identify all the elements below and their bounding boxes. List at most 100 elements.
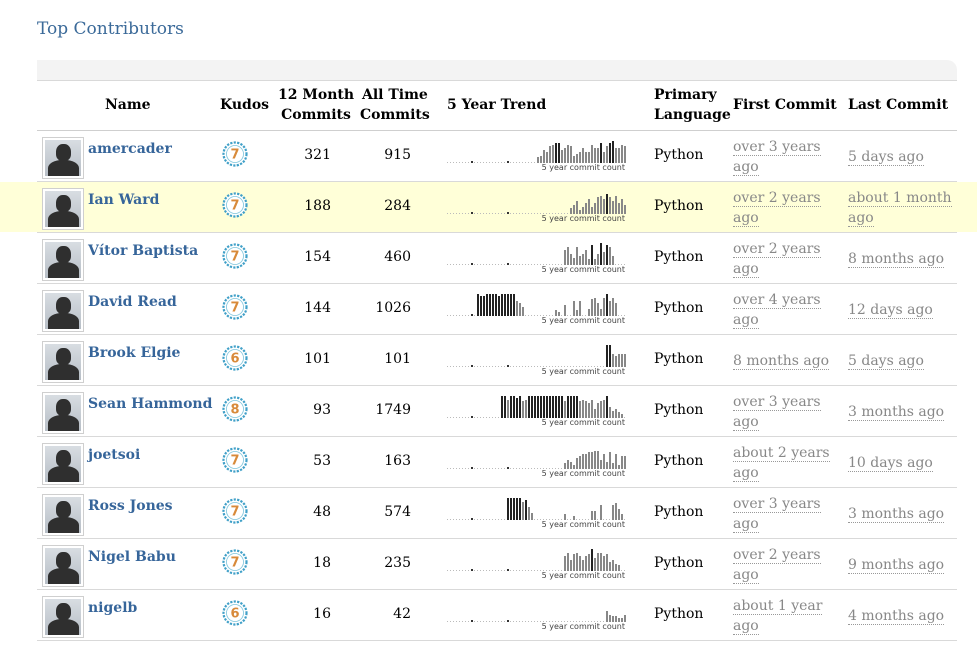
trend-bar [624, 456, 626, 469]
trend-baseline-dot [513, 468, 514, 469]
trend-baseline-dot [513, 162, 514, 163]
header-12-month[interactable]: 12 Month Commits [278, 85, 354, 125]
avatar[interactable] [42, 494, 84, 536]
header-kudos[interactable]: Kudos [220, 95, 269, 115]
header-language-line1: Primary [654, 87, 717, 103]
trend-bar [615, 409, 617, 418]
contributor-name-link[interactable]: nigelb [88, 600, 137, 616]
avatar[interactable] [42, 239, 84, 281]
trend-baseline-dot [480, 519, 481, 520]
contributor-name-link[interactable]: Ross Jones [88, 498, 173, 514]
trend-bar [582, 560, 584, 571]
trend-bar [504, 396, 506, 418]
last-commit-line2: ago [848, 210, 874, 227]
trend-baseline-dot [522, 366, 523, 367]
trend-bar [606, 194, 608, 214]
kudos-badge[interactable]: 8 [222, 396, 248, 422]
kudos-badge[interactable]: 7 [222, 447, 248, 473]
trend-baseline-dot [522, 213, 523, 214]
trend-chart: 5 year commit count [447, 194, 626, 223]
trend-baseline-dot [468, 213, 469, 214]
trend-baseline-dot [528, 468, 529, 469]
kudos-laurel-icon: 6 [222, 600, 248, 626]
avatar[interactable] [42, 392, 84, 434]
trend-baseline-dot [501, 213, 502, 214]
kudos-badge[interactable]: 7 [222, 549, 248, 575]
kudos-laurel-icon: 8 [222, 396, 248, 422]
avatar[interactable] [42, 596, 84, 638]
trend-baseline-dot [486, 621, 487, 622]
kudos-badge[interactable]: 7 [222, 243, 248, 269]
contributor-name-link[interactable]: Brook Elgie [88, 345, 180, 361]
kudos-badge[interactable]: 6 [222, 345, 248, 371]
header-language[interactable]: Primary Language [654, 85, 731, 125]
header-all-time[interactable]: All Time Commits [360, 85, 430, 125]
avatar-silhouette-icon [45, 446, 81, 482]
kudos-badge[interactable]: 7 [222, 192, 248, 218]
trend-bar [522, 502, 524, 520]
trend-bar [606, 611, 608, 622]
first-commit-line1: about 1 year [733, 598, 823, 615]
trend-bar [531, 396, 533, 418]
trend-baseline-dot [537, 366, 538, 367]
trend-baseline-dot [489, 468, 490, 469]
trend-year-tick [507, 161, 509, 163]
avatar[interactable] [42, 137, 84, 179]
trend-bar [597, 254, 599, 265]
contributor-name-link[interactable]: David Read [88, 294, 177, 310]
avatar[interactable] [42, 545, 84, 587]
header-last-commit[interactable]: Last Commit [848, 95, 948, 115]
first-commit-line2: ago [733, 159, 759, 176]
kudos-badge[interactable]: 7 [222, 294, 248, 320]
kudos-laurel-icon: 7 [222, 549, 248, 575]
trend-baseline-dot [450, 213, 451, 214]
avatar[interactable] [42, 341, 84, 383]
kudos-badge[interactable]: 7 [222, 498, 248, 524]
avatar[interactable] [42, 188, 84, 230]
contributor-name-link[interactable]: joetsoi [88, 447, 140, 463]
kudos-badge[interactable]: 7 [222, 141, 248, 167]
trend-baseline-dot [474, 570, 475, 571]
trend-caption: 5 year commit count [542, 520, 625, 529]
trend-bar [579, 152, 581, 163]
trend-bar [591, 400, 593, 418]
trend-bar [597, 553, 599, 571]
header-name[interactable]: Name [105, 95, 151, 115]
trend-bar [606, 146, 608, 163]
trend-baseline-dot [492, 570, 493, 571]
trend-baseline-dot [474, 162, 475, 163]
contributor-name-link[interactable]: Sean Hammond [88, 396, 212, 412]
trend-baseline-dot [525, 162, 526, 163]
trend-bar [525, 500, 527, 520]
contributor-name-link[interactable]: Nigel Babu [88, 549, 176, 565]
header-first-commit[interactable]: First Commit [733, 95, 837, 115]
avatar[interactable] [42, 290, 84, 332]
trend-year-tick [471, 518, 473, 520]
trend-bar [543, 150, 545, 163]
kudos-badge[interactable]: 6 [222, 600, 248, 626]
commits-12-month: 188 [304, 198, 331, 214]
trend-baseline-dot [456, 570, 457, 571]
contributor-name-link[interactable]: Vítor Baptista [88, 243, 198, 259]
contributor-name-link[interactable]: amercader [88, 141, 172, 157]
last-commit: about 1 month ago [848, 188, 958, 228]
avatar[interactable] [42, 443, 84, 485]
trend-bar [585, 454, 587, 469]
trend-sparkline: 5 year commit count [447, 292, 627, 326]
first-commit-line1: over 2 years [733, 190, 821, 207]
trend-baseline-dot [453, 417, 454, 418]
trend-baseline-dot [534, 264, 535, 265]
contributor-name-link[interactable]: Ian Ward [88, 192, 159, 208]
trend-baseline-dot [486, 468, 487, 469]
avatar-silhouette-icon [45, 140, 81, 176]
trend-baseline-dot [462, 519, 463, 520]
trend-baseline-dot [477, 213, 478, 214]
kudos-level: 7 [230, 199, 239, 214]
trend-baseline-dot [528, 366, 529, 367]
avatar-silhouette-icon [45, 293, 81, 329]
trend-baseline-dot [504, 621, 505, 622]
trend-baseline-dot [468, 621, 469, 622]
primary-language: Python [654, 402, 704, 418]
last-commit-line1: 9 months ago [848, 557, 945, 574]
first-commit: over 3 years ago [733, 494, 841, 534]
